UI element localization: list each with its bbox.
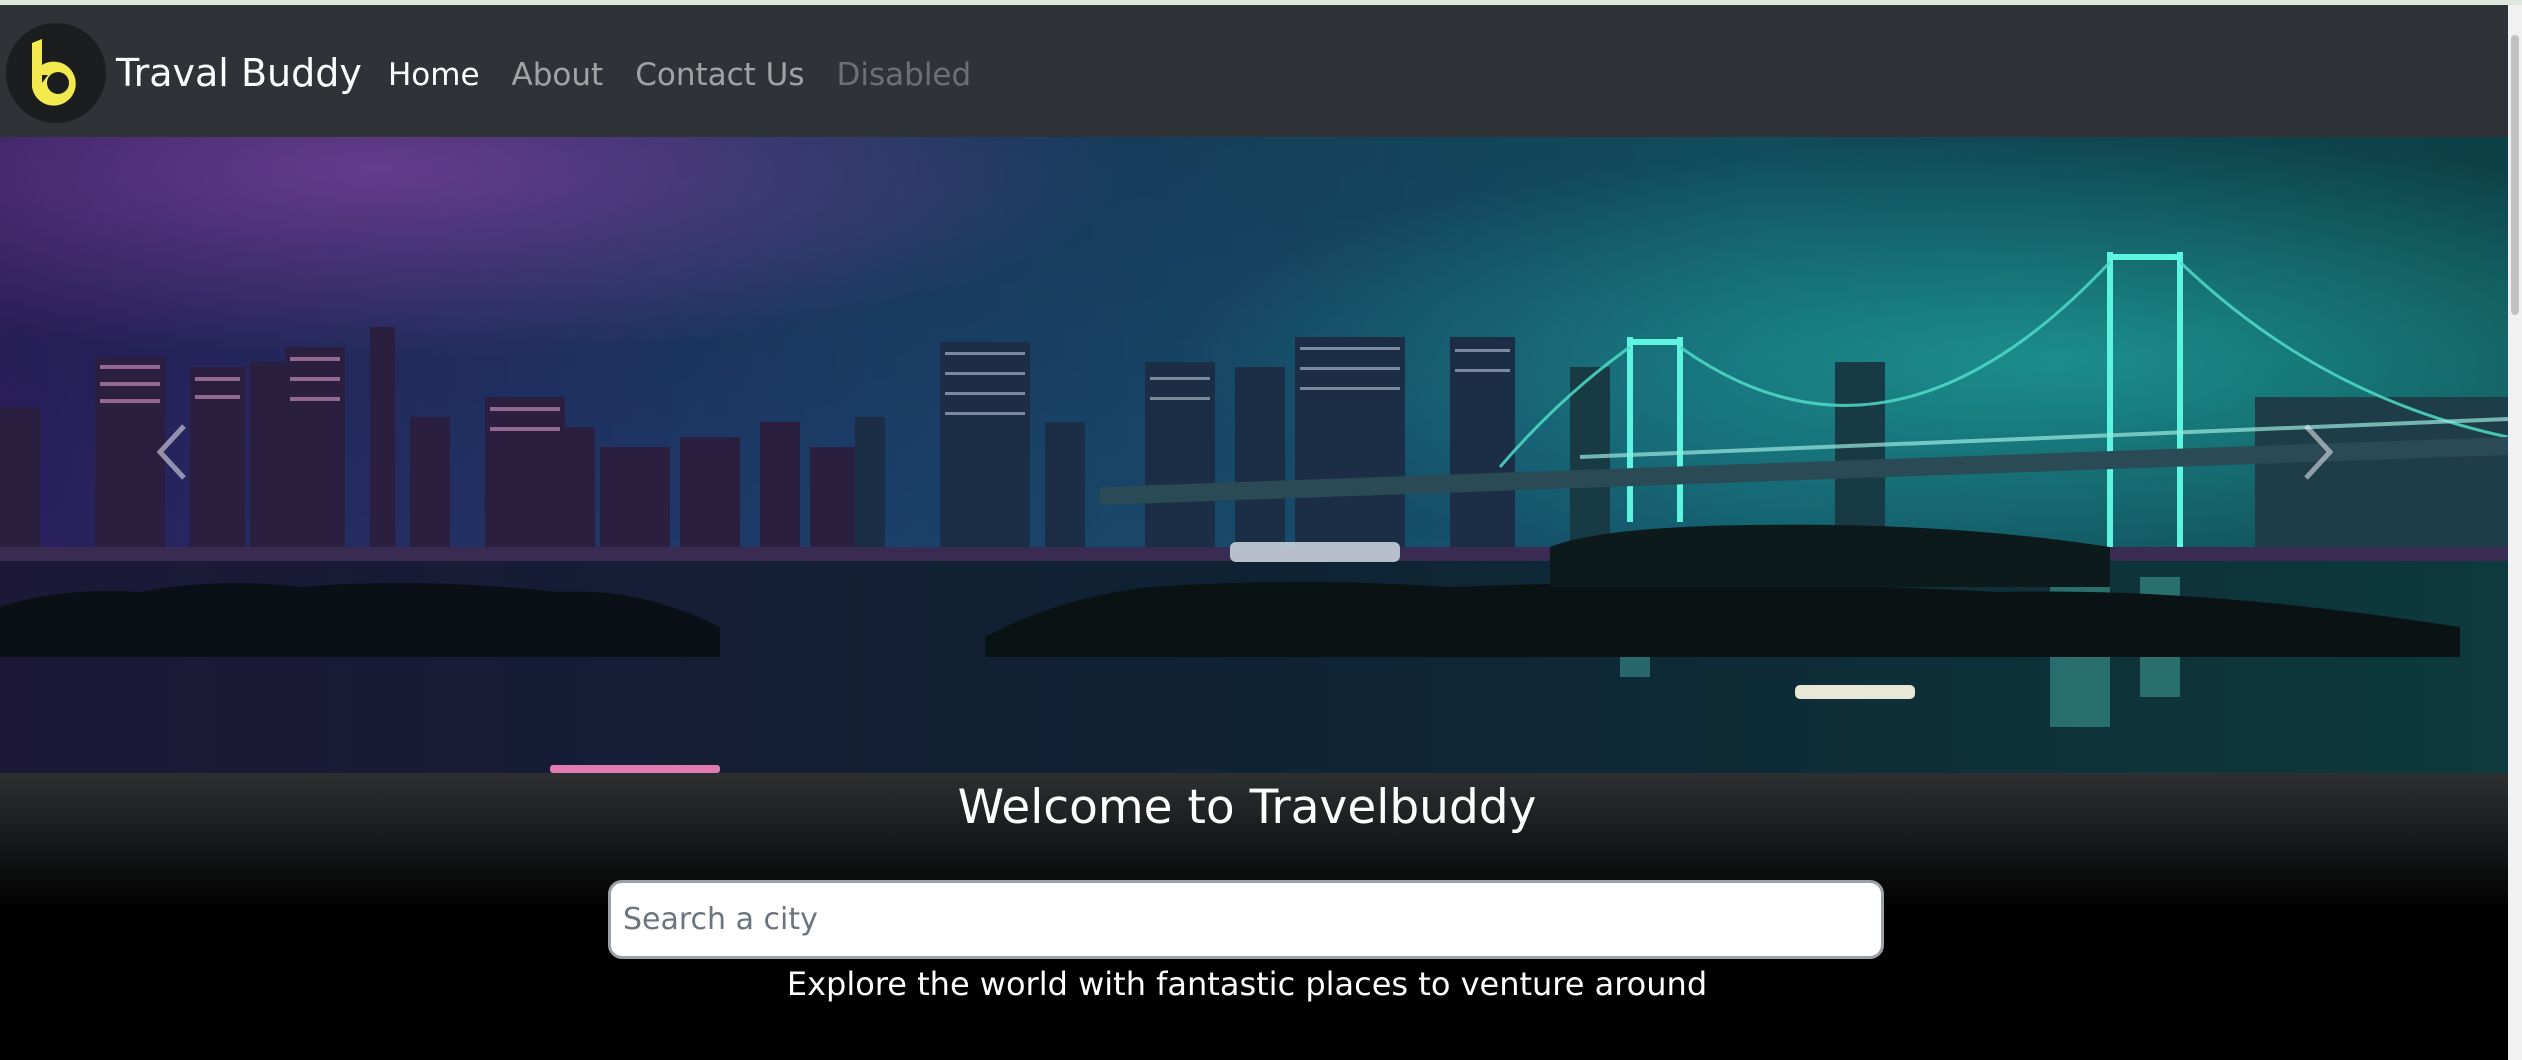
chevron-right-icon: [2304, 424, 2334, 480]
buddy-logo-icon[interactable]: [6, 23, 106, 123]
nav-home-link[interactable]: Home: [388, 51, 496, 99]
nav-links: Home About Contact Us Disabled: [388, 51, 987, 99]
navbar: Traval Buddy Home About Contact Us Disab…: [0, 5, 2508, 137]
page-scrollbar[interactable]: [2508, 5, 2522, 1060]
carousel-prev-button[interactable]: [142, 412, 202, 492]
city-search-input[interactable]: [608, 880, 1884, 959]
scrollbar-thumb[interactable]: [2511, 35, 2519, 315]
nav-about-link[interactable]: About: [496, 51, 620, 99]
page-title: Welcome to Travelbuddy: [957, 780, 1537, 835]
nav-disabled-link: Disabled: [836, 57, 972, 93]
carousel-next-button[interactable]: [2288, 412, 2348, 492]
chevron-left-icon: [156, 424, 186, 480]
brand[interactable]: Traval Buddy: [6, 23, 362, 123]
hero-carousel: [0, 137, 2508, 773]
tagline: Explore the world with fantastic places …: [786, 965, 1708, 1003]
brand-name[interactable]: Traval Buddy: [116, 54, 362, 92]
nav-contact-link[interactable]: Contact Us: [619, 51, 820, 99]
city-night-skyline-image: [0, 137, 2508, 773]
